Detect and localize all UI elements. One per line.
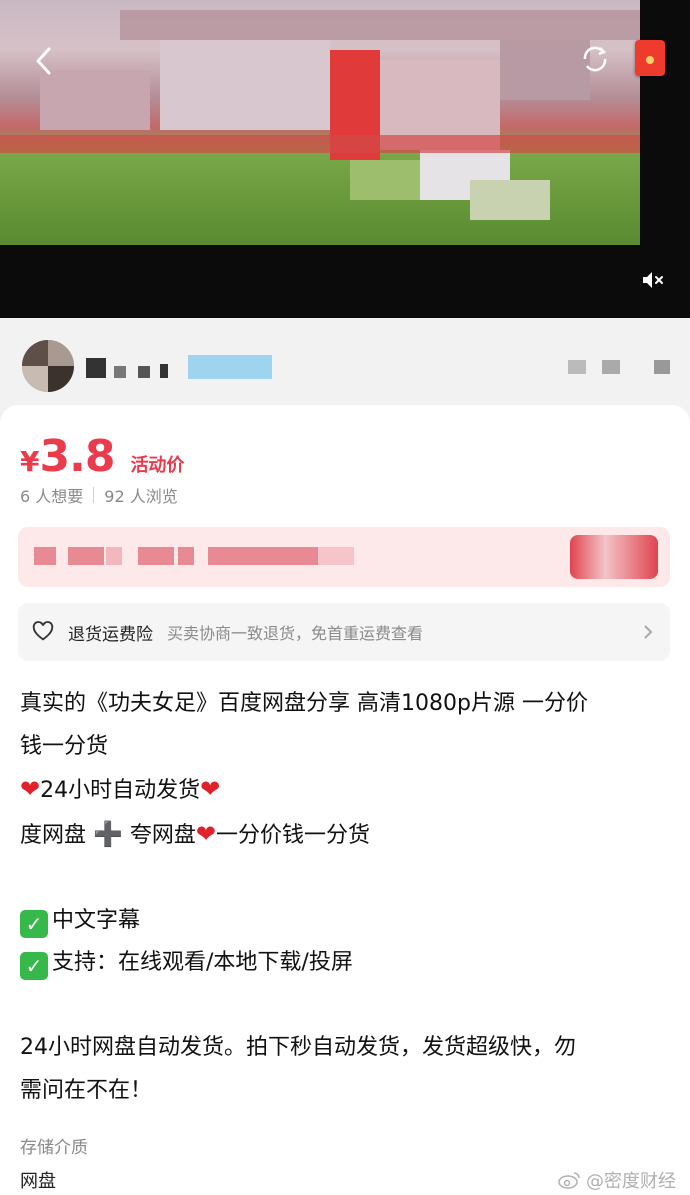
weibo-logo-icon xyxy=(558,1172,580,1189)
views-count: 92 人浏览 xyxy=(104,487,178,506)
promo-action-button[interactable] xyxy=(570,535,658,579)
refresh-button[interactable] xyxy=(578,42,612,76)
heart-outline-icon xyxy=(32,621,54,641)
more-icon[interactable] xyxy=(568,356,672,378)
check-icon: ✓ xyxy=(20,952,48,980)
product-description: 真实的《功夫女足》百度网盘分享 高清1080p片源 一分价 钱一分货 ❤24小时… xyxy=(20,683,670,1112)
watermark: @密度财经 xyxy=(558,1167,676,1193)
return-insurance-row[interactable]: 退货运费险 买卖协商一致退货，免首重运费查看 xyxy=(18,603,670,661)
desc-line: ✓ 中文字幕 xyxy=(20,900,670,943)
stats-line: 6 人想要 92 人浏览 xyxy=(20,483,178,507)
promo-banner[interactable] xyxy=(18,527,670,587)
desc-line: 度网盘 ➕ 夸网盘❤一分价钱一分货 xyxy=(20,819,371,848)
heart-icon: ❤ xyxy=(195,819,217,848)
desc-line: 24小时网盘自动发货。拍下秒自动发货，发货超级快，勿 xyxy=(20,1035,576,1060)
video-player[interactable] xyxy=(0,0,690,318)
divider xyxy=(93,487,95,503)
heart-icon: ❤ xyxy=(200,775,221,803)
price-line: ¥ 3.8 活动价 xyxy=(20,431,184,482)
watermark-text: @密度财经 xyxy=(586,1171,676,1192)
plus-icon: ➕ xyxy=(93,819,123,848)
speaker-muted-icon xyxy=(643,272,663,288)
insurance-title: 退货运费险 xyxy=(68,624,153,645)
refresh-icon xyxy=(583,46,607,72)
mute-button[interactable] xyxy=(640,268,666,292)
heart-icon: ❤ xyxy=(20,775,41,803)
storage-value: 网盘 xyxy=(20,1171,56,1192)
wants-count: 6 人想要 xyxy=(20,487,84,506)
product-card: ¥ 3.8 活动价 6 人想要 92 人浏览 退货运费险 买卖协商一致退货，免首… xyxy=(0,405,690,1195)
seller-badge-blurred xyxy=(188,355,272,379)
chevron-right-icon xyxy=(644,625,653,639)
avatar[interactable] xyxy=(22,340,74,392)
back-button[interactable] xyxy=(28,44,58,78)
desc-line: 钱一分货 xyxy=(20,733,109,759)
desc-line: ✓ 支持：在线观看/本地下载/投屏 xyxy=(20,942,670,985)
currency-symbol: ¥ xyxy=(20,445,40,478)
storage-label: 存储介质 xyxy=(20,1138,88,1158)
seller-row[interactable] xyxy=(0,318,690,398)
desc-line: 需问在不在！ xyxy=(20,1077,153,1103)
video-frame xyxy=(0,0,640,245)
red-packet-button[interactable] xyxy=(635,40,665,76)
insurance-desc: 买卖协商一致退货，免首重运费查看 xyxy=(167,624,424,643)
price-value: 3.8 xyxy=(39,431,115,482)
price-tag: 活动价 xyxy=(130,455,185,476)
check-icon: ✓ xyxy=(20,909,48,938)
desc-line: ❤24小时自动发货❤ xyxy=(20,775,221,803)
desc-line: 真实的《功夫女足》百度网盘分享 高清1080p片源 一分价 xyxy=(20,691,588,716)
chevron-left-icon xyxy=(36,47,51,75)
